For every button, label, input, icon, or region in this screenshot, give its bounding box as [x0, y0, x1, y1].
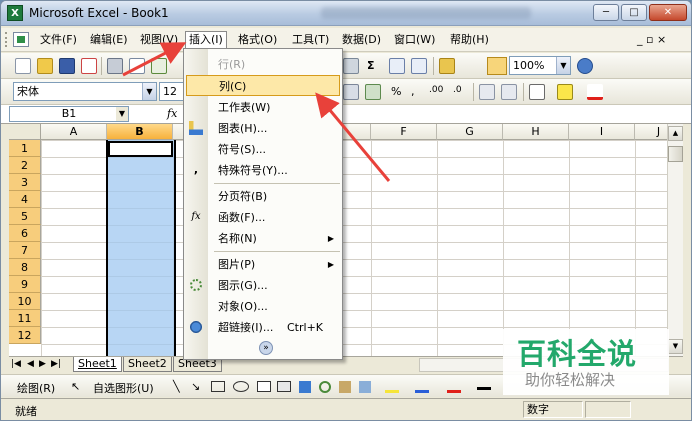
annotation-arrow-insert-menu: [122, 42, 187, 77]
watermark-subtitle: 助你轻松解决: [525, 371, 616, 389]
watermark-title: 百科全说: [517, 337, 638, 371]
annotation-arrow-column-item: [315, 92, 391, 182]
excel-window: X Microsoft Excel - Book1 ─ □ ✕ 文件(F) 编辑…: [0, 0, 692, 421]
watermark-logo: 百科全说 助你轻松解决: [503, 329, 669, 395]
